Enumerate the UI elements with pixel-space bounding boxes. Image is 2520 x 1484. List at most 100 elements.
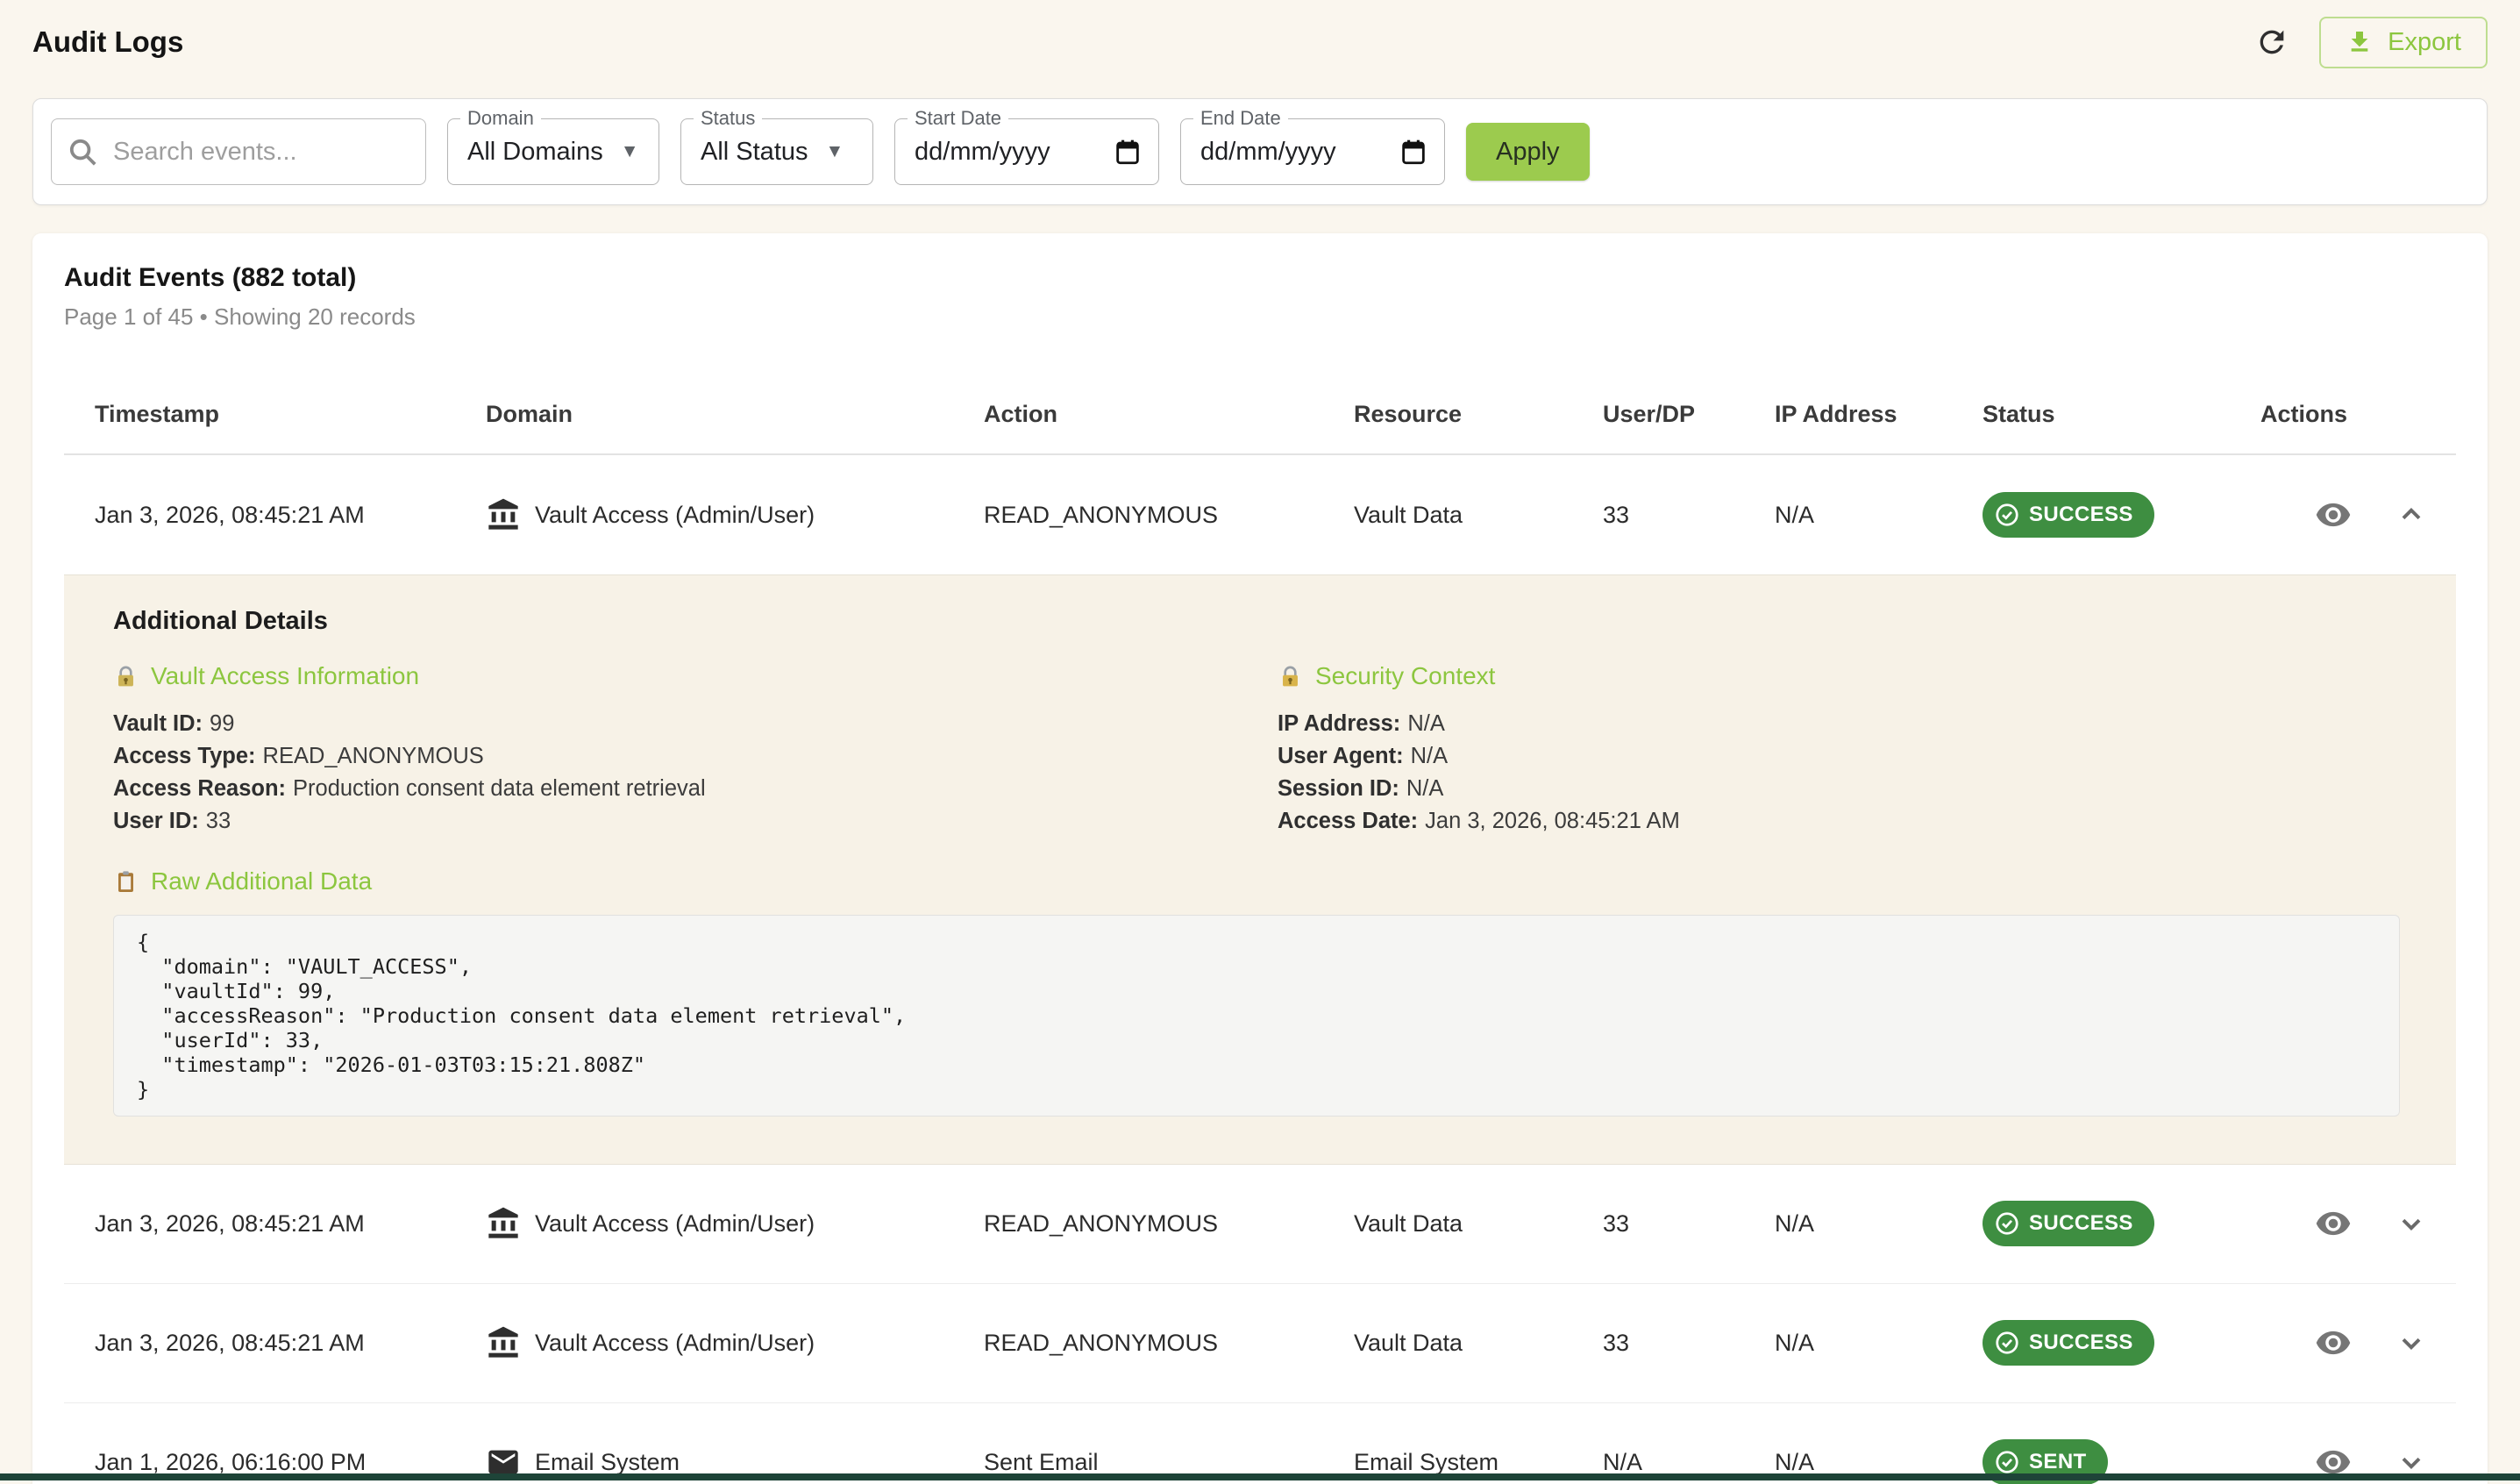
chevron-down-icon: ▼ <box>621 141 639 162</box>
check-circle-icon <box>1994 1210 2020 1237</box>
raw-data-heading: Raw Additional Data <box>113 867 2407 895</box>
eye-icon <box>2315 1324 2352 1361</box>
column-header-actions: Actions <box>2230 401 2456 428</box>
cell-status: SUCCESS <box>1952 492 2230 538</box>
status-select[interactable]: Status All Status ▼ <box>680 118 873 185</box>
search-icon <box>66 135 99 168</box>
detail-field: Access Date:Jan 3, 2026, 08:45:21 AM <box>1278 805 2407 838</box>
view-details-button[interactable] <box>2313 1203 2353 1244</box>
cell-user: 33 <box>1572 1210 1744 1238</box>
collapse-row-button[interactable] <box>2394 497 2429 532</box>
cell-ip: N/A <box>1744 1330 1952 1357</box>
security-fields: IP Address:N/A User Agent:N/A Session ID… <box>1278 708 2407 838</box>
detail-field: Vault ID:99 <box>113 708 1242 740</box>
end-date-input[interactable]: End Date dd/mm/yyyy <box>1180 118 1445 185</box>
cell-ip: N/A <box>1744 1210 1952 1238</box>
cell-resource: Vault Data <box>1323 502 1572 529</box>
topbar: Audit Logs Export <box>32 14 2488 70</box>
cell-user: 33 <box>1572 502 1744 529</box>
calendar-icon[interactable] <box>1113 137 1143 167</box>
check-circle-icon <box>1994 502 2020 528</box>
chevron-down-icon <box>2395 1208 2427 1239</box>
table-row[interactable]: Jan 3, 2026, 08:45:21 AM Vault Access (A… <box>64 1284 2456 1403</box>
cell-resource: Email System <box>1323 1449 1572 1476</box>
status-badge: SUCCESS <box>1983 1201 2154 1246</box>
detail-field: User Agent:N/A <box>1278 740 2407 773</box>
page-title: Audit Logs <box>32 25 183 59</box>
detail-field: IP Address:N/A <box>1278 708 2407 740</box>
section-heading: Security Context <box>1278 662 2407 690</box>
refresh-button[interactable] <box>2251 21 2293 63</box>
section-heading: Vault Access Information <box>113 662 1242 690</box>
cell-actions <box>2230 1323 2456 1363</box>
cell-timestamp: Jan 1, 2026, 06:16:00 PM <box>64 1449 455 1476</box>
cell-domain: Vault Access (Admin/User) <box>455 1325 953 1360</box>
cell-domain: Vault Access (Admin/User) <box>455 1206 953 1241</box>
cell-actions <box>2230 1203 2456 1244</box>
eye-icon <box>2315 1205 2352 1242</box>
detail-field: Session ID:N/A <box>1278 773 2407 805</box>
table-row[interactable]: Jan 1, 2026, 06:16:00 PM Email System Se… <box>64 1403 2456 1484</box>
table-row[interactable]: Jan 3, 2026, 08:45:21 AM Vault Access (A… <box>64 1165 2456 1284</box>
audit-logs-page: Audit Logs Export <box>0 0 2520 1484</box>
security-context-section: Security Context IP Address:N/A User Age… <box>1278 662 2407 838</box>
detail-field: Access Type:READ_ANONYMOUS <box>113 740 1242 773</box>
chevron-down-icon: ▼ <box>826 141 844 162</box>
lock-key-icon <box>113 664 139 689</box>
cell-user: N/A <box>1572 1449 1744 1476</box>
lock-icon <box>1278 664 1303 689</box>
panel-title: Audit Events (882 total) <box>64 263 2456 293</box>
cell-status: SUCCESS <box>1952 1320 2230 1366</box>
detail-columns: Vault Access Information Vault ID:99 Acc… <box>113 662 2407 838</box>
check-circle-icon <box>1994 1449 2020 1475</box>
cell-resource: Vault Data <box>1323 1330 1572 1357</box>
apply-button[interactable]: Apply <box>1466 123 1590 181</box>
cell-ip: N/A <box>1744 502 1952 529</box>
download-icon <box>2346 28 2374 56</box>
cell-actions <box>2230 495 2456 535</box>
vault-access-section: Vault Access Information Vault ID:99 Acc… <box>113 662 1242 838</box>
column-header-status: Status <box>1952 401 2230 428</box>
domain-select[interactable]: Domain All Domains ▼ <box>447 118 659 185</box>
cell-timestamp: Jan 3, 2026, 08:45:21 AM <box>64 502 455 529</box>
detail-field: Access Reason:Production consent data el… <box>113 773 1242 805</box>
vault-fields: Vault ID:99 Access Type:READ_ANONYMOUS A… <box>113 708 1242 838</box>
cell-timestamp: Jan 3, 2026, 08:45:21 AM <box>64 1210 455 1238</box>
additional-details-panel: Additional Details Vault Access Info <box>64 574 2456 1165</box>
view-details-button[interactable] <box>2313 1323 2353 1363</box>
cell-action: READ_ANONYMOUS <box>953 1330 1323 1357</box>
filter-bar: Domain All Domains ▼ Status All Status ▼… <box>32 98 2488 205</box>
bank-icon <box>486 497 521 532</box>
cell-action: READ_ANONYMOUS <box>953 502 1323 529</box>
eye-icon <box>2315 496 2352 533</box>
calendar-icon[interactable] <box>1399 137 1428 167</box>
search-input[interactable] <box>111 137 411 168</box>
table-header: Timestamp Domain Action Resource User/DP… <box>64 375 2456 455</box>
column-header-timestamp: Timestamp <box>64 401 455 428</box>
cell-action: READ_ANONYMOUS <box>953 1210 1323 1238</box>
column-header-ip: IP Address <box>1744 401 1952 428</box>
check-circle-icon <box>1994 1330 2020 1356</box>
raw-json-block: { "domain": "VAULT_ACCESS", "vaultId": 9… <box>113 915 2400 1117</box>
search-box <box>51 118 426 185</box>
column-header-domain: Domain <box>455 401 953 428</box>
expand-row-button[interactable] <box>2394 1325 2429 1360</box>
cell-status: SUCCESS <box>1952 1201 2230 1246</box>
start-date-input[interactable]: Start Date dd/mm/yyyy <box>894 118 1159 185</box>
column-header-action: Action <box>953 401 1323 428</box>
cell-domain: Vault Access (Admin/User) <box>455 497 953 532</box>
expand-row-button[interactable] <box>2394 1206 2429 1241</box>
status-badge: SUCCESS <box>1983 492 2154 538</box>
additional-details-title: Additional Details <box>113 607 2407 636</box>
cell-action: Sent Email <box>953 1449 1323 1476</box>
cell-timestamp: Jan 3, 2026, 08:45:21 AM <box>64 1330 455 1357</box>
audit-events-panel: Audit Events (882 total) Page 1 of 45 • … <box>32 233 2488 1484</box>
topbar-actions: Export <box>2251 17 2488 68</box>
footer-bar <box>0 1473 2520 1480</box>
view-details-button[interactable] <box>2313 495 2353 535</box>
export-button[interactable]: Export <box>2319 17 2488 68</box>
column-header-user: User/DP <box>1572 401 1744 428</box>
refresh-icon <box>2254 25 2289 60</box>
cell-ip: N/A <box>1744 1449 1952 1476</box>
table-row[interactable]: Jan 3, 2026, 08:45:21 AM Vault Access (A… <box>64 455 2456 574</box>
